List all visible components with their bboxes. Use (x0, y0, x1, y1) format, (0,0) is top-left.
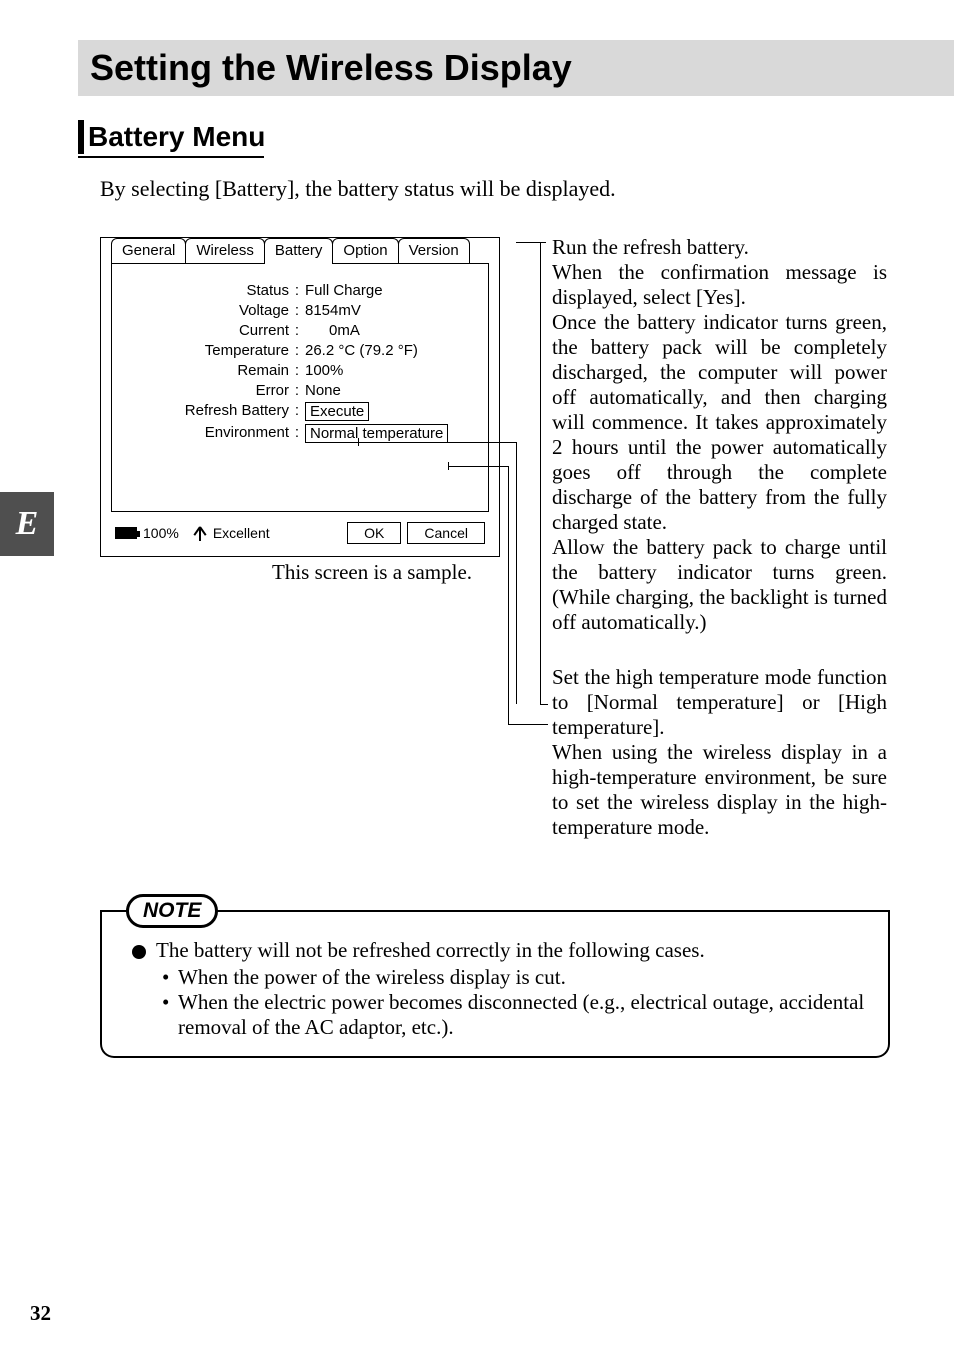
tab-wireless[interactable]: Wireless (185, 238, 265, 264)
callout-line (508, 724, 548, 725)
tab-panel (111, 263, 489, 512)
manual-page: Setting the Wireless Display Battery Men… (0, 0, 954, 1354)
section-title: Battery Menu (88, 121, 265, 153)
heading-accent-bar (78, 120, 84, 154)
settings-dialog: General Wireless Battery Option Version … (100, 237, 500, 557)
battery-percent: 100% (143, 525, 179, 541)
note-item: When the power of the wireless display i… (178, 965, 566, 990)
annotation-column: Run the refresh battery. When the confir… (552, 235, 887, 840)
callout-line (516, 242, 546, 243)
signal-text: Excellent (213, 525, 270, 541)
battery-icon (115, 527, 137, 539)
note-lead-text: The battery will not be refreshed correc… (156, 938, 705, 963)
page-number: 32 (30, 1301, 51, 1326)
note-label: NOTE (126, 894, 218, 928)
note-item: When the electric power becomes disconne… (178, 990, 868, 1040)
side-tab-letter: E (0, 492, 54, 556)
dialog-status-bar: 100% Excellent OK Cancel (115, 520, 485, 546)
tab-general[interactable]: General (111, 238, 186, 264)
heading-underline (78, 156, 264, 158)
note-rule (100, 910, 890, 912)
note-content: The battery will not be refreshed correc… (100, 910, 890, 1058)
intro-text: By selecting [Battery], the battery stat… (100, 176, 616, 202)
tab-option[interactable]: Option (332, 238, 398, 264)
callout-bracket (540, 242, 541, 704)
annotation-refresh: Run the refresh battery. When the confir… (552, 235, 887, 635)
page-title-bar: Setting the Wireless Display (78, 40, 954, 96)
signal-icon (193, 525, 207, 541)
screenshot-caption: This screen is a sample. (272, 560, 472, 585)
tab-version[interactable]: Version (398, 238, 470, 264)
section-heading: Battery Menu (78, 120, 265, 154)
ok-button[interactable]: OK (347, 522, 401, 544)
callout-line (540, 704, 548, 705)
tab-battery[interactable]: Battery (264, 238, 334, 264)
page-title: Setting the Wireless Display (90, 47, 572, 89)
bullet-icon (132, 945, 146, 959)
callout-line (516, 442, 517, 704)
cancel-button[interactable]: Cancel (407, 522, 485, 544)
callout-line (508, 466, 509, 724)
annotation-environment: Set the high temperature mode function t… (552, 665, 887, 840)
note-box: NOTE The battery will not be refreshed c… (100, 896, 890, 1058)
dialog-tabs: General Wireless Battery Option Version (111, 238, 489, 264)
